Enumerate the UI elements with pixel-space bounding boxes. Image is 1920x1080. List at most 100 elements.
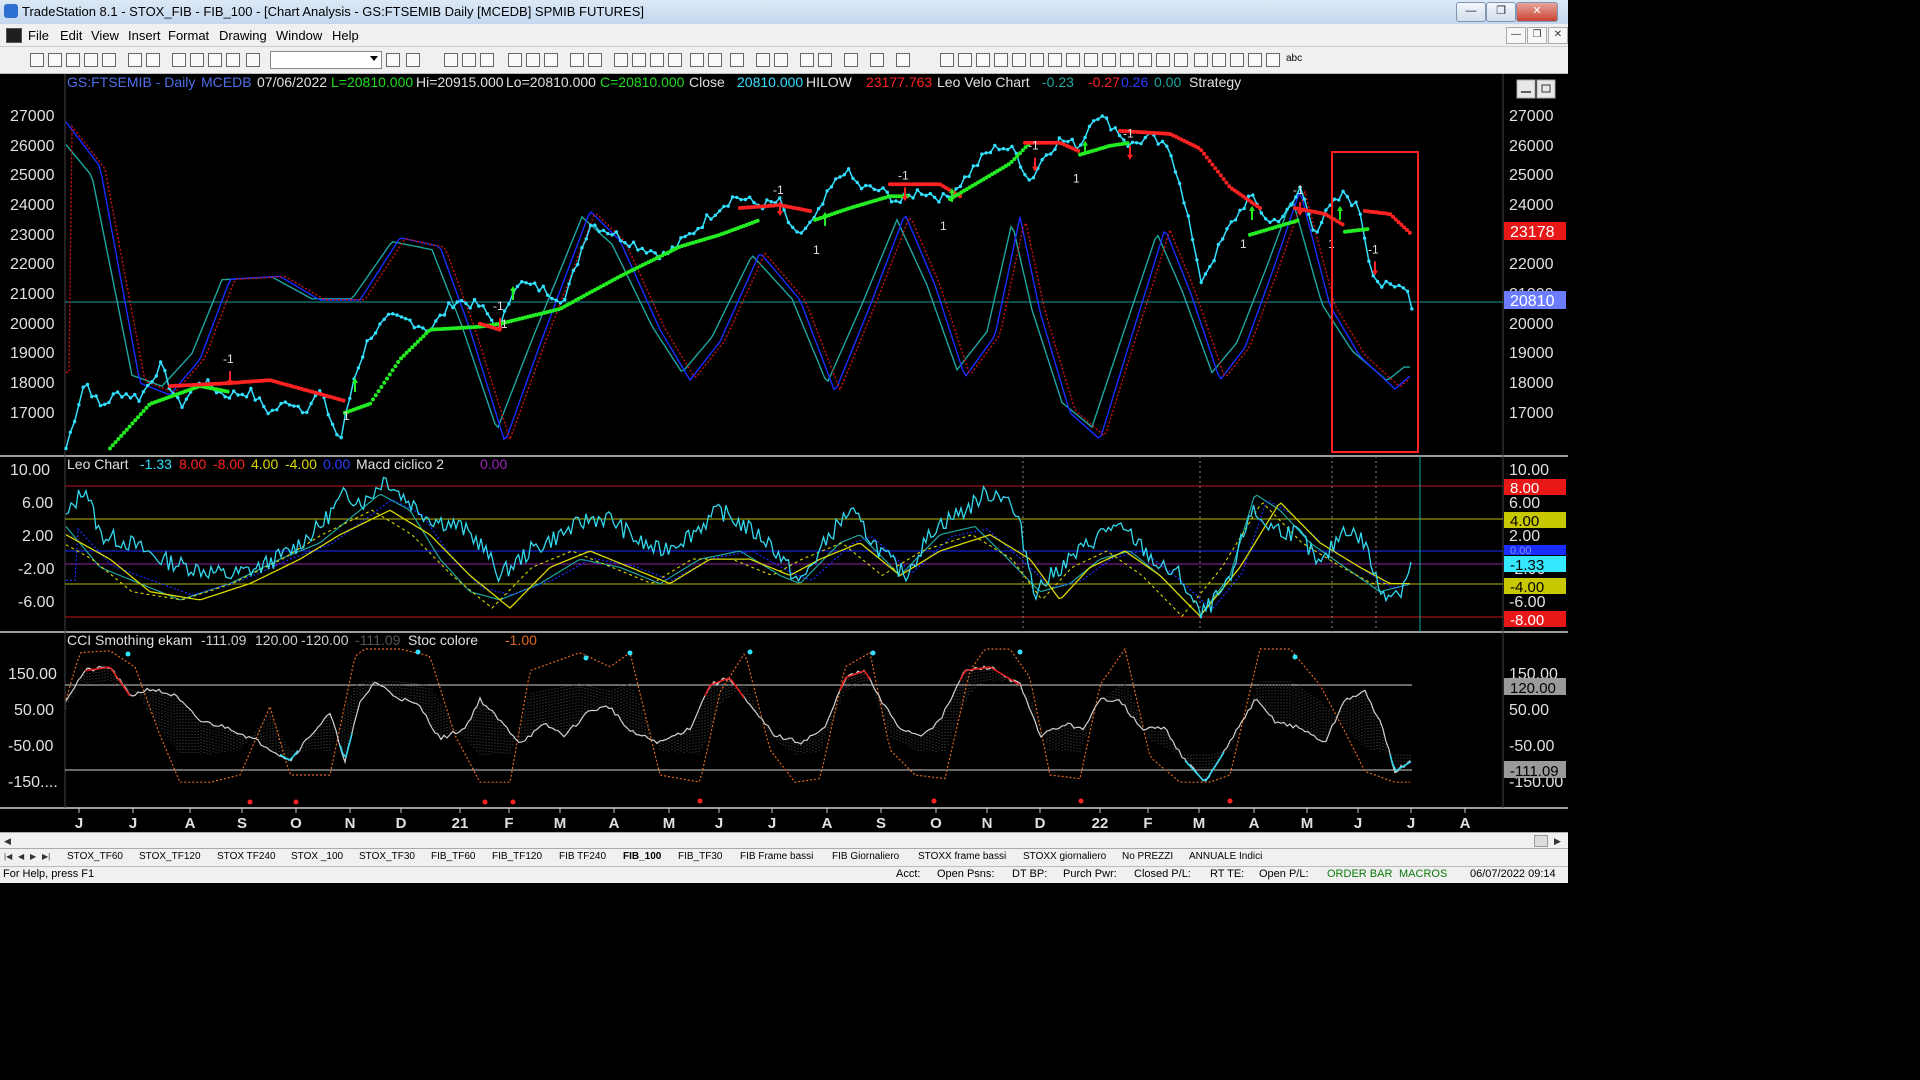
insert-strategy-icon[interactable] [544,53,558,67]
vertical-line-icon[interactable] [994,53,1008,67]
panel-minimize-button[interactable] [1516,79,1536,99]
maximize-button[interactable]: ❐ [1486,2,1516,22]
bar-spacing-icon[interactable] [730,53,744,67]
scroll-right-icon[interactable]: ▶ [1554,836,1561,847]
tab-stox-tf240[interactable]: STOX TF240 [217,851,276,862]
menu-edit[interactable]: Edit [60,28,82,43]
symbol-lookup-icon[interactable] [406,53,420,67]
fib-extension-icon[interactable] [1102,53,1116,67]
menu-format[interactable]: Format [168,28,209,43]
space-more-icon[interactable] [708,53,722,67]
chart-window-icon[interactable] [444,53,458,67]
radar-screen-icon[interactable] [462,53,476,67]
menu-view[interactable]: View [91,28,119,43]
tradestation-app-icon[interactable] [4,4,18,18]
chart-trading-icon[interactable] [818,53,832,67]
tab-stox-100[interactable]: STOX _100 [291,851,343,862]
insert-indicator-icon[interactable] [526,53,540,67]
text-tool-button[interactable]: abc [1286,53,1302,64]
bar-style-icon[interactable] [508,53,522,67]
scroll-thumb[interactable] [1534,835,1548,847]
tools-icon[interactable] [844,53,858,67]
tab-stox-tf30[interactable]: STOX_TF30 [359,851,415,862]
parallel-lines-icon[interactable] [1138,53,1152,67]
macros-button[interactable]: MACROS [1399,868,1447,880]
regression-channel-icon[interactable] [1030,53,1044,67]
down-arrow-icon[interactable] [1212,53,1226,67]
trendline-icon[interactable] [940,53,954,67]
menu-insert[interactable]: Insert [128,28,161,43]
data-window-icon[interactable] [870,53,884,67]
fib-retracement-icon[interactable] [1012,53,1026,67]
print-icon[interactable] [128,53,142,67]
symbol-dropdown[interactable] [270,51,382,69]
order-bar-button[interactable]: ORDER BAR [1327,868,1392,880]
ohlc-bar-icon[interactable] [632,53,646,67]
tab-fib-frame-bassi[interactable]: FIB Frame bassi [740,851,813,862]
mdi-close-button[interactable]: ✕ [1548,27,1568,44]
price-range-icon[interactable] [1120,53,1134,67]
ray-icon[interactable] [958,53,972,67]
tab-fib-100[interactable]: FIB_100 [623,851,661,862]
space-less-icon[interactable] [690,53,704,67]
menu-help[interactable]: Help [332,28,359,43]
open-workspace-icon[interactable] [66,53,80,67]
play-icon[interactable] [386,53,400,67]
rectangle-icon[interactable] [1266,53,1280,67]
checkmark-icon[interactable] [1194,53,1208,67]
zoom-in-icon[interactable] [756,53,770,67]
tab-fib-giornaliero[interactable]: FIB Giornaliero [832,851,899,862]
lock-icon[interactable] [208,53,222,67]
menu-window[interactable]: Window [276,28,322,43]
alert-icon[interactable] [896,53,910,67]
tab-fib-tf120[interactable]: FIB_TF120 [492,851,542,862]
dot-chart-icon[interactable] [668,53,682,67]
tab-no-prezzi[interactable]: No PREZZI [1122,851,1173,862]
copy-icon[interactable] [190,53,204,67]
horizontal-scrollbar[interactable]: ◀ ▶ [0,832,1568,849]
pencil-icon[interactable] [1174,53,1188,67]
up-arrow-icon[interactable] [1230,53,1244,67]
matrix-icon[interactable] [480,53,494,67]
tab-fib-tf30[interactable]: FIB_TF30 [678,851,722,862]
tab-last-icon[interactable]: ▶| [42,852,50,861]
zoom-out-icon[interactable] [774,53,788,67]
line-chart-icon[interactable] [650,53,664,67]
tab-next-icon[interactable]: ▶ [30,852,36,861]
open-icon[interactable] [48,53,62,67]
minimize-button[interactable]: — [1456,2,1486,22]
chart-canvas[interactable]: -11-11-11-11-11-11-11 -1 GS:FTSEMIB - Dai… [0,74,1568,832]
format-window-icon[interactable] [570,53,584,67]
save-all-icon[interactable] [102,53,116,67]
mdi-restore-button[interactable]: ❐ [1527,27,1547,44]
menu-file[interactable]: File [28,28,49,43]
print-preview-icon[interactable] [146,53,160,67]
tab-prev-icon[interactable]: ◀ [18,852,24,861]
pointer-icon[interactable] [800,53,814,67]
gann-fan-icon[interactable] [1066,53,1080,67]
tab-annuale-indici[interactable]: ANNUALE Indici [1189,851,1262,862]
close-button[interactable]: ✕ [1516,2,1558,22]
chart-document-icon[interactable] [6,28,22,43]
cut-icon[interactable] [172,53,186,67]
paste-icon[interactable] [226,53,240,67]
mdi-minimize-button[interactable]: — [1506,27,1526,44]
cycle-lines-icon[interactable] [1156,53,1170,67]
candlestick-icon[interactable] [614,53,628,67]
tab-fib-tf60[interactable]: FIB_TF60 [431,851,475,862]
scroll-left-icon[interactable]: ◀ [4,836,11,847]
tab-fib-tf240[interactable]: FIB TF240 [559,851,606,862]
tab-stoxx-giornaliero[interactable]: STOXX giornaliero [1023,851,1106,862]
save-icon[interactable] [84,53,98,67]
ellipse-icon[interactable] [1248,53,1262,67]
panel-restore-button[interactable] [1536,79,1556,99]
new-icon[interactable] [30,53,44,67]
tab-stox-tf60[interactable]: STOX_TF60 [67,851,123,862]
tab-first-icon[interactable]: |◀ [4,852,12,861]
andrews-pitchfork-icon[interactable] [1084,53,1098,67]
tab-stoxx-frame-bassi[interactable]: STOXX frame bassi [918,851,1006,862]
horizontal-line-icon[interactable] [976,53,990,67]
tab-stox-tf120[interactable]: STOX_TF120 [139,851,201,862]
format-symbol-icon[interactable] [588,53,602,67]
chart-analysis-window[interactable]: -1 1 -1 1 -1 1 -1 1 -1 1 -1 1 -1 1 -1 GS:FTSEMIB - Dai… [0,74,1568,832]
